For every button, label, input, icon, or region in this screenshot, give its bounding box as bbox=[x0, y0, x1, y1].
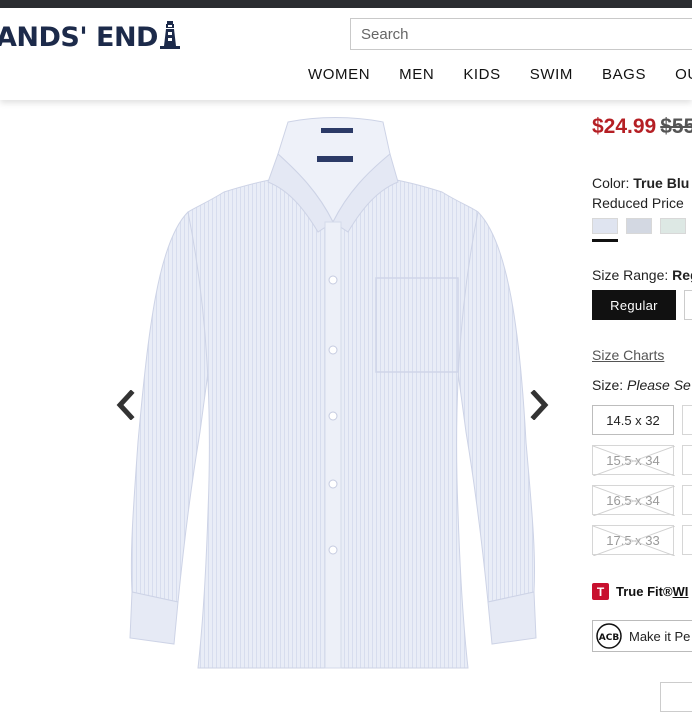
brand-logo[interactable]: ANDS' END bbox=[0, 20, 181, 53]
size-range-line: Size Range: Reg bbox=[592, 267, 692, 283]
color-label-line: Color: True Blu bbox=[592, 175, 689, 191]
size-charts-link[interactable]: Size Charts bbox=[592, 347, 664, 363]
color-value: True Blu bbox=[633, 175, 690, 191]
logo-text: ANDS' END bbox=[0, 22, 158, 53]
truefit-icon: T bbox=[592, 583, 609, 600]
size-label-line: Size: Please Se bbox=[592, 377, 691, 393]
color-swatch[interactable] bbox=[660, 218, 686, 234]
size-option[interactable] bbox=[682, 525, 692, 555]
truefit-widget[interactable]: T True Fit® WI bbox=[592, 583, 688, 600]
size-prompt: Please Se bbox=[627, 377, 691, 393]
original-price: $55 bbox=[660, 115, 692, 138]
size-option[interactable] bbox=[682, 445, 692, 475]
truefit-link[interactable]: WI bbox=[673, 584, 689, 599]
monogram-button[interactable]: ACB Make it Pe bbox=[592, 620, 692, 652]
unavailable-cross bbox=[593, 446, 675, 476]
search-input[interactable] bbox=[351, 19, 692, 49]
color-swatch[interactable] bbox=[592, 218, 618, 234]
nav-item-men[interactable]: MEN bbox=[399, 66, 434, 83]
size-range-regular-button[interactable]: Regular bbox=[592, 290, 676, 320]
size-option[interactable]: 14.5 x 32 bbox=[592, 405, 674, 435]
chevron-left-icon[interactable] bbox=[114, 390, 138, 420]
main-nav: WOMEN MEN KIDS SWIM BAGS OUTE bbox=[308, 66, 692, 83]
color-label: Color: bbox=[592, 175, 630, 191]
monogram-label: Make it Pe bbox=[629, 628, 691, 644]
product-image bbox=[129, 117, 537, 669]
unavailable-cross bbox=[593, 526, 675, 556]
size-range-option-button[interactable] bbox=[684, 290, 692, 320]
size-option[interactable] bbox=[682, 485, 692, 515]
size-label: Size: bbox=[592, 377, 624, 393]
size-option-unavailable[interactable]: 16.5 x 34 bbox=[592, 485, 675, 516]
size-range-value: Reg bbox=[672, 267, 692, 283]
size-option-unavailable[interactable]: 15.5 x 34 bbox=[592, 445, 675, 476]
monogram-icon: ACB bbox=[596, 623, 622, 649]
nav-item-swim[interactable]: SWIM bbox=[530, 66, 573, 83]
site-header: ANDS' END WOMEN MEN KIDS SWIM BAGS OUTE bbox=[0, 8, 692, 100]
nav-item-women[interactable]: WOMEN bbox=[308, 66, 370, 83]
price: $24.99 $55 bbox=[592, 115, 692, 139]
browser-top-bar bbox=[0, 0, 692, 8]
nav-item-kids[interactable]: KIDS bbox=[463, 66, 500, 83]
size-option[interactable] bbox=[682, 405, 692, 435]
quantity-box[interactable] bbox=[660, 682, 692, 712]
size-range-label: Size Range: bbox=[592, 267, 669, 283]
swatch-selected-indicator bbox=[592, 239, 618, 242]
search-box[interactable] bbox=[350, 18, 692, 50]
sale-price: $24.99 bbox=[592, 115, 657, 138]
reduced-price-label: Reduced Price bbox=[592, 195, 684, 211]
color-swatch[interactable] bbox=[626, 218, 652, 234]
nav-item-outerwear[interactable]: OUTE bbox=[675, 66, 692, 83]
truefit-label: True Fit® bbox=[616, 584, 673, 599]
svg-text:ACB: ACB bbox=[599, 633, 620, 643]
nav-item-bags[interactable]: BAGS bbox=[602, 66, 646, 83]
size-option-label: 14.5 x 32 bbox=[606, 412, 660, 428]
lighthouse-icon bbox=[159, 21, 180, 49]
size-option-unavailable[interactable]: 17.5 x 33 bbox=[592, 525, 675, 556]
chevron-right-icon[interactable] bbox=[527, 390, 551, 420]
unavailable-cross bbox=[593, 486, 675, 516]
